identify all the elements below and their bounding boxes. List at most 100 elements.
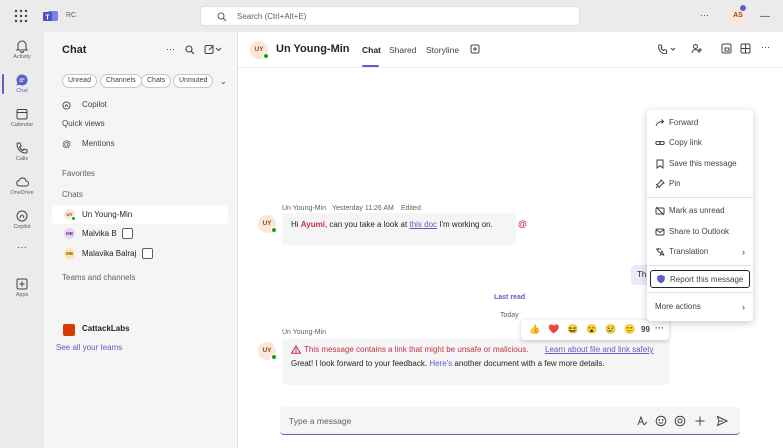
chat-item-malavika-balraj[interactable]: MB Malavika Balraj xyxy=(52,244,228,263)
more-options-icon[interactable]: ··· xyxy=(761,42,770,52)
loop-icon[interactable] xyxy=(674,415,686,427)
search-icon[interactable] xyxy=(185,45,195,55)
filter-unmuted[interactable]: Unmuted xyxy=(173,74,214,88)
laugh-reaction[interactable]: 😆 xyxy=(567,324,578,335)
rail-onedrive[interactable]: OneDrive xyxy=(0,172,44,206)
new-chat-icon[interactable] xyxy=(204,44,222,55)
search-icon xyxy=(217,12,227,22)
chat-item-un-young-min[interactable]: UY Un Young-Min xyxy=(52,205,228,224)
rail-copilot[interactable]: Copilot xyxy=(0,206,44,240)
surprised-reaction[interactable]: 😮 xyxy=(586,324,597,335)
quote-reply-icon[interactable]: 99 xyxy=(641,325,650,334)
team-cattacklabs[interactable]: CattackLabs xyxy=(82,324,130,333)
menu-item-pin[interactable]: Pin xyxy=(647,175,753,193)
menu-item-share-outlook[interactable]: Share to Outlook xyxy=(647,223,753,241)
more-options-icon[interactable]: ··· xyxy=(166,44,175,54)
tab-shared[interactable]: Shared xyxy=(389,45,416,55)
conversation-contact-name[interactable]: Un Young-Min xyxy=(276,43,350,55)
more-icon: ··· xyxy=(17,242,27,253)
add-reaction-icon[interactable]: 🙂 xyxy=(624,324,635,335)
rail-calls[interactable]: Calls xyxy=(0,138,44,172)
message-text: Hi xyxy=(291,220,299,229)
emoji-icon[interactable] xyxy=(655,415,667,427)
tab-chat[interactable]: Chat xyxy=(362,45,381,55)
send-icon[interactable] xyxy=(716,415,728,427)
tab-storyline[interactable]: Storyline xyxy=(426,45,459,55)
like-reaction[interactable]: 👍 xyxy=(529,324,540,335)
presence-available-icon xyxy=(271,354,277,360)
rail-calendar[interactable]: Calendar xyxy=(0,104,44,138)
menu-divider xyxy=(647,265,753,266)
apps-grid-icon[interactable] xyxy=(740,43,751,54)
shield-icon xyxy=(656,274,666,284)
menu-item-label: Report this message xyxy=(670,275,744,284)
menu-item-report[interactable]: Report this message xyxy=(650,270,750,288)
chevron-down-icon[interactable]: ⌄ xyxy=(220,77,227,86)
settings-more-button[interactable]: ··· xyxy=(700,10,709,20)
unread-icon xyxy=(655,206,665,216)
menu-item-label: Forward xyxy=(669,118,699,127)
filter-unread[interactable]: Unread xyxy=(62,74,97,88)
message-text: Th xyxy=(637,270,647,279)
menu-item-save[interactable]: Save this message xyxy=(647,155,753,173)
menu-item-label: Save this message xyxy=(669,159,737,168)
apps-icon xyxy=(0,277,44,291)
mention-tag[interactable]: Ayumi xyxy=(301,220,325,229)
rail-more[interactable]: ··· xyxy=(0,242,44,276)
conversation-pane: UY Un Young-Min Chat Shared Storyline ··… xyxy=(238,32,783,448)
reaction-bar: 👍 ❤️ 😆 😮 😢 🙂 99 ··· xyxy=(521,320,669,340)
presence-available-icon xyxy=(263,53,269,59)
chevron-right-icon: › xyxy=(742,247,745,257)
compose-box[interactable]: Type a message xyxy=(280,407,740,435)
see-all-teams-link[interactable]: See all your teams xyxy=(56,343,122,352)
menu-item-translation[interactable]: Translation › xyxy=(647,243,753,261)
rail-label: Chat xyxy=(16,88,28,94)
message-bubble[interactable]: Hi Ayumi, can you take a look at this do… xyxy=(282,213,516,245)
chat-item-malvika-b[interactable]: MB Malvika B xyxy=(52,224,228,243)
menu-item-more-actions[interactable]: More actions › xyxy=(647,298,753,316)
rail-label: Calls xyxy=(15,156,29,162)
menu-item-label: Pin xyxy=(669,179,681,188)
chat-list-pane: Chat ··· Unread Channels Chats Unmuted ⌄… xyxy=(44,32,238,448)
favorites-heading[interactable]: Favorites xyxy=(62,169,95,178)
learn-safety-link[interactable]: Learn about file and link safety xyxy=(545,345,654,354)
conversation-header: UY Un Young-Min Chat Shared Storyline ··… xyxy=(238,32,783,68)
forward-icon xyxy=(655,118,665,128)
heart-reaction[interactable]: ❤️ xyxy=(548,324,559,335)
nav-copilot-label: Copilot xyxy=(82,100,107,109)
rail-chat[interactable]: Chat xyxy=(0,70,44,104)
format-icon[interactable] xyxy=(636,415,648,427)
menu-item-copy-link[interactable]: Copy link xyxy=(647,134,753,152)
rail-activity[interactable]: Activity xyxy=(0,36,44,70)
rail-apps[interactable]: Apps xyxy=(0,274,44,308)
calendar-icon xyxy=(0,107,44,121)
mention-icon: @ xyxy=(62,139,72,149)
add-tab-icon[interactable] xyxy=(470,44,480,54)
filter-channels[interactable]: Channels xyxy=(100,74,142,88)
doc-link[interactable]: Here's xyxy=(429,359,452,368)
menu-divider xyxy=(647,197,753,198)
search-input[interactable]: Search (Ctrl+Alt+E) xyxy=(200,6,580,26)
popout-icon[interactable] xyxy=(721,43,732,54)
attach-plus-icon[interactable] xyxy=(694,415,706,427)
menu-item-label: Mark as unread xyxy=(669,206,725,215)
link-icon xyxy=(655,138,665,148)
more-actions-icon[interactable]: ··· xyxy=(655,323,664,333)
minimize-button[interactable]: — xyxy=(760,11,770,22)
chevron-right-icon: › xyxy=(742,302,745,312)
people-icon[interactable] xyxy=(691,43,703,55)
doc-link[interactable]: this doc xyxy=(409,220,437,229)
menu-item-mark-unread[interactable]: Mark as unread xyxy=(647,202,753,220)
last-read-marker: Last read xyxy=(494,294,526,301)
rail-label: Activity xyxy=(13,54,31,60)
date-divider: Today xyxy=(500,312,519,319)
teams-channels-heading[interactable]: Teams and channels xyxy=(62,273,135,282)
call-icon[interactable] xyxy=(658,44,676,54)
app-launcher-icon[interactable] xyxy=(14,9,28,23)
filter-chats[interactable]: Chats xyxy=(141,74,172,88)
menu-item-forward[interactable]: Forward xyxy=(647,114,753,132)
sad-reaction[interactable]: 😢 xyxy=(605,324,616,335)
message-text: , can you take a look at xyxy=(324,220,408,229)
chats-heading[interactable]: Chats xyxy=(62,190,83,199)
message-bubble[interactable]: This message contains a link that might … xyxy=(282,339,670,385)
